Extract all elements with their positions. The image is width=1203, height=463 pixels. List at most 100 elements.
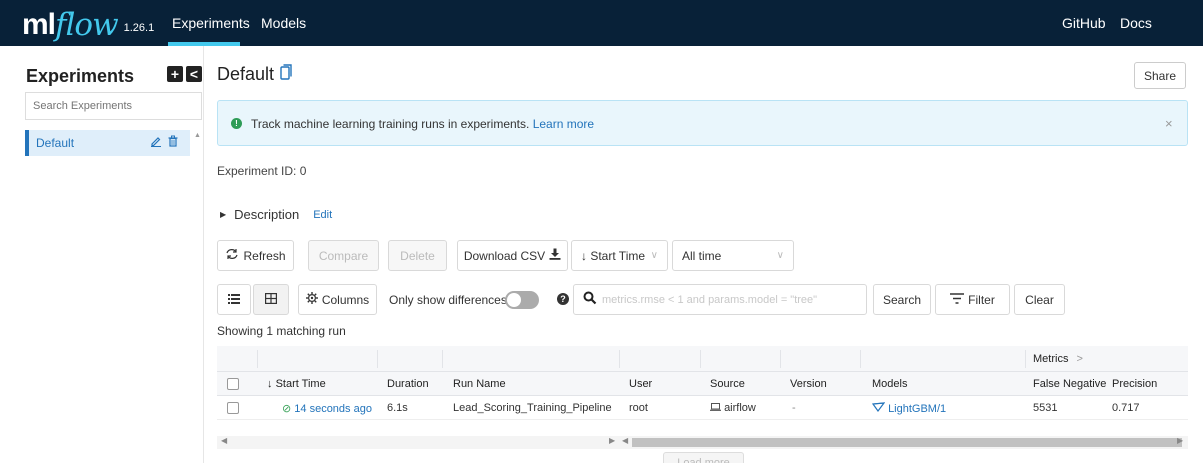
download-icon xyxy=(549,248,561,263)
compare-button[interactable]: Compare xyxy=(308,240,379,271)
trash-icon[interactable] xyxy=(167,134,179,152)
sidebar-title: Experiments xyxy=(26,66,135,86)
mlflow-logo[interactable]: ml flow 1.26.1 xyxy=(22,6,155,41)
metrics-group-header[interactable]: Metrics > xyxy=(1033,353,1083,365)
run-version: - xyxy=(792,402,796,414)
help-question-icon[interactable]: ? xyxy=(557,293,569,305)
refresh-button[interactable]: Refresh xyxy=(217,240,294,271)
gear-icon xyxy=(305,292,318,307)
time-range-select[interactable]: All time ∨ xyxy=(672,240,794,271)
filter-label: Filter xyxy=(968,292,995,307)
column-header-models[interactable]: Models xyxy=(872,378,907,390)
metrics-group-label: Metrics xyxy=(1033,353,1069,365)
close-icon[interactable]: × xyxy=(1165,116,1173,131)
share-button[interactable]: Share xyxy=(1134,62,1186,89)
experiment-id-value: 0 xyxy=(299,164,307,178)
scroll-up-arrow-icon[interactable]: ▲ xyxy=(194,132,201,139)
add-experiment-button[interactable]: + xyxy=(167,66,183,82)
scroll-left-arrow-icon[interactable]: ◀ xyxy=(221,436,227,445)
runs-search-input[interactable]: metrics.rmse < 1 and params.model = "tre… xyxy=(573,284,867,315)
sort-select[interactable]: ↓ Start Time ∨ xyxy=(571,240,668,271)
delete-button[interactable]: Delete xyxy=(388,240,447,271)
run-start-time-text: 14 seconds ago xyxy=(294,403,372,415)
filter-button[interactable]: Filter xyxy=(935,284,1010,315)
experiment-id-label: Experiment ID: xyxy=(217,164,297,178)
run-user: root xyxy=(629,402,648,414)
column-header-version[interactable]: Version xyxy=(790,378,827,390)
nav-github[interactable]: GitHub xyxy=(1062,15,1106,31)
version-label: 1.26.1 xyxy=(123,22,155,34)
nav-docs[interactable]: Docs xyxy=(1120,15,1152,31)
toggle-knob xyxy=(507,293,521,307)
nav-experiments[interactable]: Experiments xyxy=(172,15,250,31)
scrollbar-thumb[interactable] xyxy=(632,438,1182,447)
time-range-value: All time xyxy=(682,248,722,263)
description-edit-link[interactable]: Edit xyxy=(313,209,332,221)
table-header-row: ↓ Start Time Duration Run Name User Sour… xyxy=(217,372,1188,396)
scroll-right-arrow-icon[interactable]: ▶ xyxy=(609,436,615,445)
experiments-sidebar: Experiments + < Default ▲ xyxy=(0,46,204,463)
edit-icon[interactable] xyxy=(150,134,162,152)
sort-arrow-down-icon: ↓ xyxy=(581,248,591,263)
matching-runs-count: Showing 1 matching run xyxy=(217,324,346,338)
column-header-user[interactable]: User xyxy=(629,378,652,390)
run-source-text: airflow xyxy=(724,402,756,414)
search-experiments-input[interactable] xyxy=(25,92,202,120)
filter-icon xyxy=(950,292,965,307)
chevron-down-icon: ∨ xyxy=(650,250,658,261)
sidebar-item-label: Default xyxy=(36,136,75,150)
logo-ml-text: ml xyxy=(22,8,56,41)
column-header-duration[interactable]: Duration xyxy=(387,378,429,390)
info-dot-icon: ! xyxy=(231,118,242,129)
caret-right-icon[interactable]: ▶ xyxy=(220,210,226,219)
column-header-run-name[interactable]: Run Name xyxy=(453,378,506,390)
grid-view-button[interactable] xyxy=(253,284,289,315)
table-group-header: Metrics > xyxy=(217,346,1188,372)
columns-label: Columns xyxy=(321,292,370,307)
collapse-sidebar-button[interactable]: < xyxy=(186,66,202,82)
column-header-start-time[interactable]: ↓ Start Time xyxy=(267,378,326,390)
info-banner: ! Track machine learning training runs i… xyxy=(217,100,1188,146)
run-name[interactable]: Lead_Scoring_Training_Pipeline xyxy=(453,402,612,414)
run-models[interactable]: LightGBM/1 xyxy=(871,402,946,415)
scroll-left-arrow-icon[interactable]: ◀ xyxy=(622,436,628,445)
top-nav-bar: ml flow 1.26.1 Experiments Models GitHub… xyxy=(0,0,1203,46)
scroll-right-arrow-icon[interactable]: ▶ xyxy=(1177,436,1183,445)
experiment-title: Default xyxy=(217,64,275,84)
banner-message: Track machine learning training runs in … xyxy=(251,117,530,131)
learn-more-link[interactable]: Learn more xyxy=(533,117,594,131)
copy-icon[interactable] xyxy=(280,64,292,85)
only-show-differences-label: Only show differences xyxy=(389,293,507,307)
columns-button[interactable]: Columns xyxy=(298,284,377,315)
chevron-right-icon: > xyxy=(1076,353,1083,365)
list-view-icon xyxy=(228,293,240,307)
chevron-down-icon: ∨ xyxy=(776,250,784,261)
description-section: ▶ Description Edit xyxy=(220,207,332,222)
page-title: Default xyxy=(217,64,292,85)
refresh-label: Refresh xyxy=(243,248,286,263)
nav-models[interactable]: Models xyxy=(261,15,306,31)
search-button[interactable]: Search xyxy=(873,284,931,315)
sort-desc-arrow-icon: ↓ xyxy=(267,378,273,390)
refresh-icon xyxy=(225,248,239,263)
runs-table: Metrics > ↓ Start Time Duration Run Name… xyxy=(217,346,1188,463)
run-false-negative: 5531 xyxy=(1033,402,1058,414)
select-all-checkbox[interactable] xyxy=(227,378,239,390)
sidebar-item-actions xyxy=(150,134,179,152)
table-row[interactable]: ⊘ 14 seconds ago 6.1s Lead_Scoring_Train… xyxy=(217,396,1188,420)
description-label[interactable]: Description xyxy=(234,207,299,222)
check-circle-icon: ⊘ xyxy=(282,403,292,415)
load-more-button[interactable]: Load more xyxy=(663,452,744,463)
column-header-source[interactable]: Source xyxy=(710,378,745,390)
horizontal-scrollbar[interactable]: ◀ ▶ ◀ ▶ xyxy=(217,436,1188,449)
run-source[interactable]: airflow xyxy=(710,402,756,414)
list-view-button[interactable] xyxy=(217,284,251,315)
run-start-time[interactable]: ⊘ 14 seconds ago xyxy=(282,402,372,415)
download-csv-button[interactable]: Download CSV xyxy=(457,240,568,271)
column-header-precision[interactable]: Precision xyxy=(1112,378,1157,390)
only-show-differences-toggle[interactable] xyxy=(505,291,539,309)
clear-button[interactable]: Clear xyxy=(1014,284,1065,315)
column-header-false-negative[interactable]: False Negative xyxy=(1033,378,1106,390)
run-duration: 6.1s xyxy=(387,402,408,414)
row-checkbox[interactable] xyxy=(227,402,239,414)
